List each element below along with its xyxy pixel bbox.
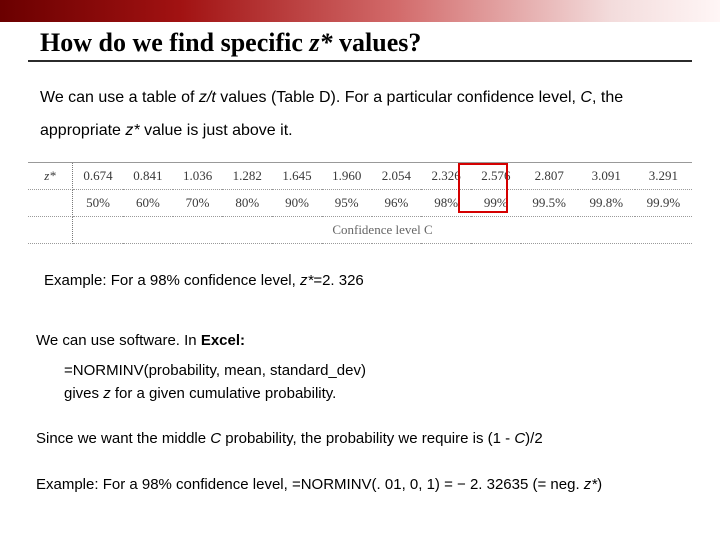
sw-a: We can use software. In [36, 332, 201, 349]
z-cell: 1.960 [322, 163, 372, 190]
z-cell: 0.841 [123, 163, 173, 190]
row-label-blank [28, 190, 73, 217]
row-label-caption [28, 217, 73, 244]
sw-excel: Excel: [201, 332, 245, 349]
z-cell: 0.674 [73, 163, 124, 190]
c-cell: 80% [222, 190, 272, 217]
excel-desc: gives z for a given cumulative probabili… [64, 383, 366, 406]
p1a: We can use a table of [40, 89, 199, 106]
title-underline [28, 60, 692, 62]
z-cell: 1.282 [222, 163, 272, 190]
ex2a: Example: For a 98% confidence level, =NO… [36, 476, 584, 493]
p1-zstar: z* [125, 122, 139, 139]
exl2c: for a given cumulative probability. [111, 385, 337, 402]
intro-paragraph: We can use a table of z/t values (Table … [40, 82, 680, 148]
p1-zt: z/t [199, 89, 216, 106]
c-cell: 99.8% [578, 190, 635, 217]
example-1: Example: For a 98% confidence level, z*=… [44, 272, 364, 289]
ex1a: Example: For a 98% confidence level, [44, 272, 300, 289]
middle-c-line: Since we want the middle C probability, … [36, 430, 543, 447]
exl2a: gives [64, 385, 103, 402]
p1c: values (Table D). For a particular confi… [216, 89, 581, 106]
software-line: We can use software. In Excel: [36, 332, 245, 349]
c-cell: 95% [322, 190, 372, 217]
ex2-zstar: z* [584, 476, 597, 493]
z-cell: 3.091 [578, 163, 635, 190]
p1g: value is just above it. [140, 122, 293, 139]
c-cell: 50% [73, 190, 124, 217]
table-row: Confidence level C [28, 217, 692, 244]
p1-C: C [580, 89, 592, 106]
slide: How do we find specific z* values? We ca… [0, 0, 720, 540]
m-a: Since we want the middle [36, 430, 210, 447]
z-table-grid: z* 0.674 0.841 1.036 1.282 1.645 1.960 2… [28, 162, 692, 244]
z-cell: 3.291 [635, 163, 692, 190]
excel-block: =NORMINV(probability, mean, standard_dev… [64, 360, 366, 405]
excel-formula: =NORMINV(probability, mean, standard_dev… [64, 360, 366, 383]
example-2: Example: For a 98% confidence level, =NO… [36, 476, 602, 493]
z-table: z* 0.674 0.841 1.036 1.282 1.645 1.960 2… [28, 162, 692, 244]
m-C1: C [210, 430, 221, 447]
excel-z: z [103, 385, 111, 402]
c-cell: 70% [173, 190, 223, 217]
title-zstar: z* [309, 28, 332, 57]
top-gradient-bar [0, 0, 720, 22]
c-cell: 90% [272, 190, 322, 217]
slide-title: How do we find specific z* values? [40, 28, 421, 58]
table-caption: Confidence level C [73, 217, 693, 244]
ex2c: ) [597, 476, 602, 493]
m-e: )/2 [525, 430, 543, 447]
ex1-zstar: z* [300, 272, 313, 289]
z-cell: 1.036 [173, 163, 223, 190]
table-row: 50% 60% 70% 80% 90% 95% 96% 98% 99% 99.5… [28, 190, 692, 217]
z-cell: 1.645 [272, 163, 322, 190]
c-cell: 60% [123, 190, 173, 217]
table-row: z* 0.674 0.841 1.036 1.282 1.645 1.960 2… [28, 163, 692, 190]
c-cell: 99.5% [521, 190, 578, 217]
title-text-post: values? [333, 28, 422, 57]
m-c: probability, the probability we require … [221, 430, 514, 447]
m-C2: C [514, 430, 525, 447]
c-cell: 99.9% [635, 190, 692, 217]
row-label-zstar: z* [28, 163, 73, 190]
c-cell: 96% [372, 190, 422, 217]
z-cell: 2.054 [372, 163, 422, 190]
title-text-pre: How do we find specific [40, 28, 309, 57]
highlight-box [458, 163, 508, 213]
z-cell: 2.807 [521, 163, 578, 190]
ex1c: =2. 326 [313, 272, 363, 289]
